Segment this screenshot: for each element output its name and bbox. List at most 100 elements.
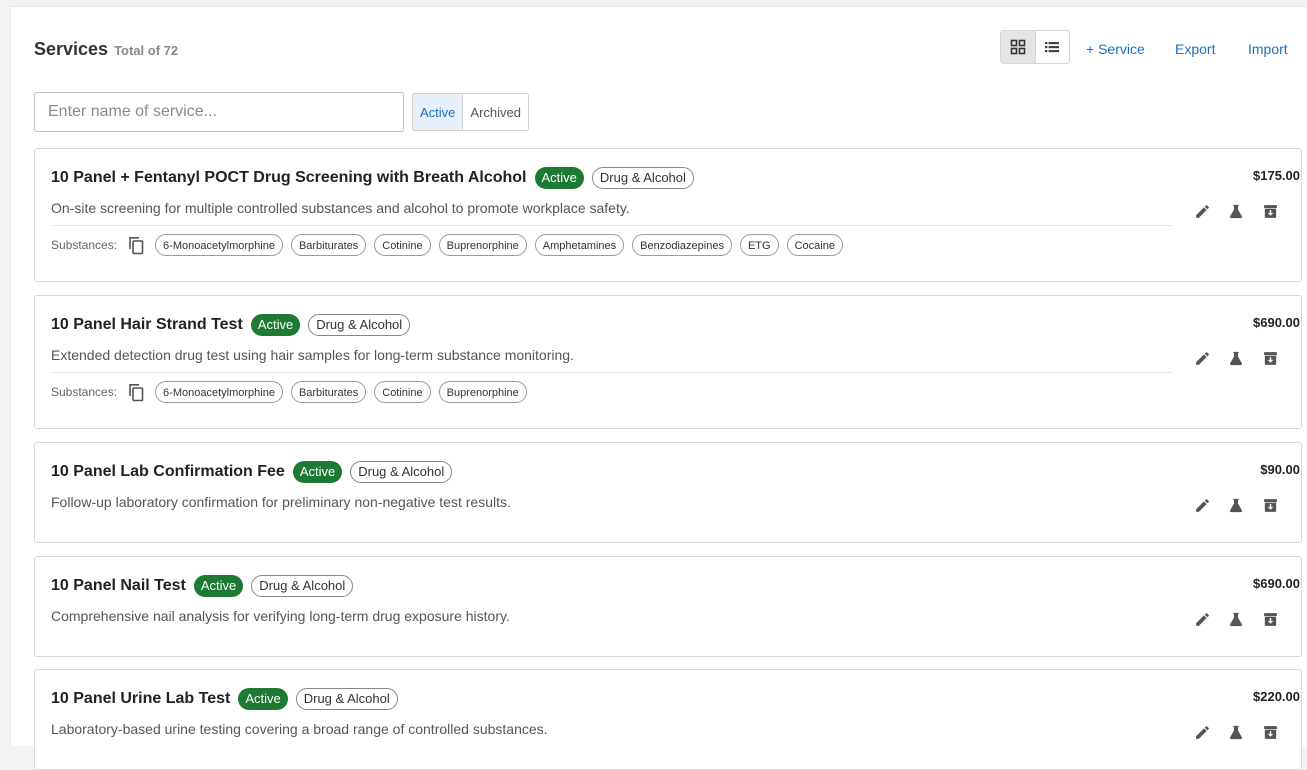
archive-button[interactable] [1260, 722, 1280, 742]
card-actions [1192, 495, 1280, 515]
card-actions [1192, 348, 1280, 368]
edit-icon [1195, 498, 1209, 512]
lab-flask-icon [1229, 498, 1243, 512]
substance-chip: Barbiturates [290, 234, 367, 256]
status-badge: Active [193, 575, 244, 597]
substances-label: Substances: [51, 385, 118, 399]
edit-icon [1195, 204, 1209, 218]
substance-chip: Benzodiazepines [632, 234, 732, 256]
status-badge: Active [250, 314, 301, 336]
card-divider [51, 225, 1172, 226]
substance-chip: 6-Monoacetylmorphine [155, 381, 283, 403]
services-panel: Services Total of 72 + Service Export Im [10, 6, 1307, 770]
export-button[interactable]: Export [1175, 41, 1215, 57]
grid-view-button[interactable] [1001, 31, 1035, 63]
list-icon [1045, 42, 1060, 53]
filter-active-button[interactable]: Active [413, 94, 463, 130]
lab-button[interactable] [1226, 348, 1246, 368]
category-badge: Drug & Alcohol [591, 167, 694, 189]
service-description: Laboratory-based urine testing covering … [51, 721, 548, 737]
filter-archived-button[interactable]: Archived [462, 94, 528, 130]
service-card-header: 10 Panel Urine Lab Test Active Drug & Alco… [51, 688, 398, 710]
lab-button[interactable] [1226, 201, 1246, 221]
archive-button[interactable] [1260, 609, 1280, 629]
service-card[interactable]: 10 Panel Nail Test Active Drug & Alcohol Co… [34, 556, 1302, 657]
service-card[interactable]: 10 Panel Urine Lab Test Active Drug & Alco… [34, 669, 1302, 770]
card-divider [51, 372, 1172, 373]
edit-button[interactable] [1192, 722, 1212, 742]
lab-button[interactable] [1226, 609, 1246, 629]
service-card[interactable]: 10 Panel Lab Confirmation Fee Active Drug … [34, 442, 1302, 543]
service-description: On-site screening for multiple controlle… [51, 200, 630, 216]
page-header: Services Total of 72 [34, 39, 178, 60]
service-price: $175.00 [1253, 168, 1300, 183]
service-price: $220.00 [1253, 689, 1300, 704]
list-view-button[interactable] [1034, 31, 1070, 63]
archive-icon [1263, 612, 1277, 626]
substance-chip: Buprenorphine [438, 381, 527, 403]
category-badge: Drug & Alcohol [295, 688, 398, 710]
service-name[interactable]: 10 Panel Lab Confirmation Fee [51, 463, 285, 481]
lab-flask-icon [1229, 351, 1243, 365]
lab-button[interactable] [1226, 722, 1246, 742]
service-name[interactable]: 10 Panel + Fentanyl POCT Drug Screening … [51, 169, 527, 187]
substance-chip: Cocaine [786, 234, 843, 256]
archive-button[interactable] [1260, 495, 1280, 515]
archive-icon [1263, 725, 1277, 739]
substance-chip: ETG [739, 234, 779, 256]
service-description: Follow-up laboratory confirmation for pr… [51, 494, 511, 510]
status-badge: Active [534, 167, 584, 189]
card-actions [1192, 609, 1280, 629]
archive-icon [1263, 351, 1277, 365]
substance-chip: Amphetamines [534, 234, 625, 256]
service-card-header: 10 Panel Lab Confirmation Fee Active Drug … [51, 461, 453, 483]
substance-chip: Cotinine [374, 234, 431, 256]
service-price: $690.00 [1253, 315, 1300, 330]
edit-button[interactable] [1192, 201, 1212, 221]
edit-icon [1195, 351, 1209, 365]
edit-icon [1195, 725, 1209, 739]
archive-button[interactable] [1260, 201, 1280, 221]
category-badge: Drug & Alcohol [251, 575, 354, 597]
service-card-header: 10 Panel Nail Test Active Drug & Alcohol [51, 575, 354, 597]
lab-flask-icon [1229, 204, 1243, 218]
add-service-button[interactable]: + Service [1086, 41, 1145, 57]
service-name[interactable]: 10 Panel Hair Strand Test [51, 316, 243, 334]
card-actions [1192, 722, 1280, 742]
total-count: Total of 72 [114, 43, 179, 58]
service-price: $690.00 [1253, 576, 1300, 591]
copy-icon [129, 237, 144, 255]
service-name[interactable]: 10 Panel Nail Test [51, 577, 186, 595]
service-search-input[interactable] [34, 92, 404, 132]
status-badge: Active [238, 688, 288, 710]
service-description: Comprehensive nail analysis for verifyin… [51, 608, 510, 624]
card-actions [1192, 201, 1280, 221]
service-price: $90.00 [1260, 462, 1300, 477]
edit-icon [1195, 612, 1209, 626]
copy-substances-button[interactable] [127, 235, 145, 255]
lab-flask-icon [1229, 725, 1243, 739]
service-name[interactable]: 10 Panel Urine Lab Test [51, 690, 230, 708]
service-card[interactable]: 10 Panel + Fentanyl POCT Drug Screening … [34, 148, 1302, 282]
substances-row: Substances: 6-Monoacetylmorphine Barbitura… [51, 381, 535, 403]
substances-label: Substances: [51, 238, 118, 252]
copy-icon [129, 384, 144, 402]
grid-icon [1010, 39, 1026, 55]
category-badge: Drug & Alcohol [308, 314, 411, 336]
service-card[interactable]: 10 Panel Hair Strand Test Active Drug & Al… [34, 295, 1302, 429]
import-button[interactable]: Import [1248, 41, 1288, 57]
archive-button[interactable] [1260, 348, 1280, 368]
substances-row: Substances: 6-Monoacetylmorphine Barbitura… [51, 234, 851, 256]
service-card-header: 10 Panel + Fentanyl POCT Drug Screening … [51, 167, 694, 189]
archive-icon [1263, 204, 1277, 218]
copy-substances-button[interactable] [127, 382, 145, 402]
substance-chip: Buprenorphine [438, 234, 527, 256]
edit-button[interactable] [1192, 495, 1212, 515]
status-filter: Active Archived [412, 93, 529, 131]
substance-chip: Barbiturates [290, 381, 367, 403]
edit-button[interactable] [1192, 609, 1212, 629]
substance-chip: 6-Monoacetylmorphine [155, 234, 283, 256]
substance-chip: Cotinine [374, 381, 431, 403]
lab-button[interactable] [1226, 495, 1246, 515]
edit-button[interactable] [1192, 348, 1212, 368]
